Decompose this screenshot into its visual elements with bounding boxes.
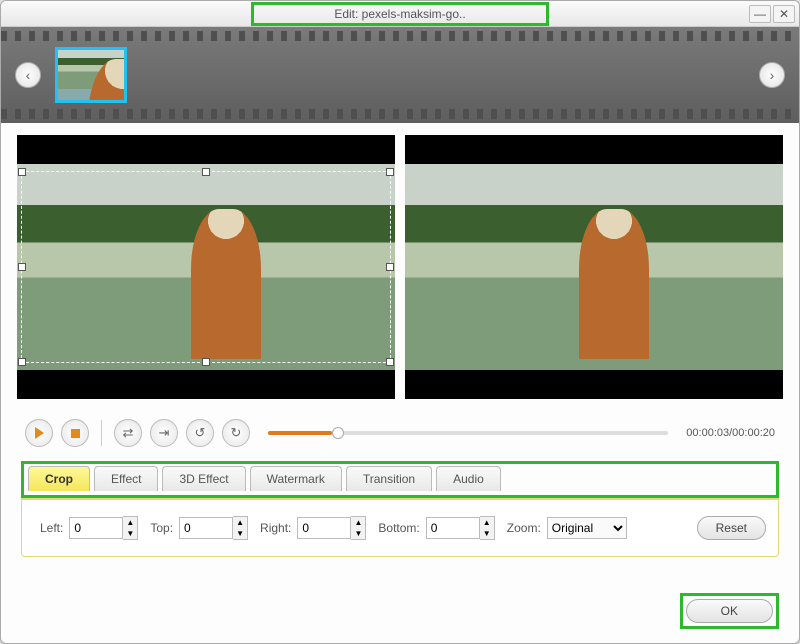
tab-3d-effect[interactable]: 3D Effect <box>162 466 245 491</box>
crop-handle[interactable] <box>386 358 394 366</box>
bottom-spinner[interactable]: ▲▼ <box>426 516 495 540</box>
window-title: Edit: pexels-maksim-go.. <box>251 2 548 26</box>
tab-transition[interactable]: Transition <box>346 466 432 491</box>
spinner-up-icon[interactable]: ▲ <box>351 517 365 528</box>
spinner-down-icon[interactable]: ▼ <box>480 528 494 539</box>
reset-button[interactable]: Reset <box>697 516 766 540</box>
spinner-up-icon[interactable]: ▲ <box>123 517 137 528</box>
crop-handle[interactable] <box>386 168 394 176</box>
tab-crop[interactable]: Crop <box>28 466 90 491</box>
spinner-down-icon[interactable]: ▼ <box>123 528 137 539</box>
seek-progress <box>268 431 332 435</box>
seek-knob[interactable] <box>332 427 344 439</box>
clip-thumbnail[interactable] <box>55 47 127 103</box>
filmstrip: ‹ › <box>1 27 799 123</box>
close-button[interactable]: ✕ <box>773 5 795 23</box>
stop-icon <box>71 429 80 438</box>
titlebar: Edit: pexels-maksim-go.. — ✕ <box>1 1 799 27</box>
undo-button[interactable]: ↺ <box>186 419 214 447</box>
ok-highlight: OK <box>680 593 779 629</box>
video-scene <box>405 164 783 370</box>
seek-bar[interactable] <box>268 431 668 435</box>
snapshot-button[interactable]: ⇥ <box>150 419 178 447</box>
tab-effect[interactable]: Effect <box>94 466 158 491</box>
spinner-up-icon[interactable]: ▲ <box>233 517 247 528</box>
filmstrip-next-button[interactable]: › <box>759 62 785 88</box>
crop-handle[interactable] <box>18 358 26 366</box>
output-preview <box>405 135 783 399</box>
edit-window: Edit: pexels-maksim-go.. — ✕ ‹ › <box>0 0 800 644</box>
crop-rectangle[interactable] <box>21 171 391 363</box>
crop-handle[interactable] <box>18 263 26 271</box>
filmstrip-perforation <box>1 109 799 119</box>
titlebar-controls: — ✕ <box>749 5 795 23</box>
stop-button[interactable] <box>61 419 89 447</box>
tab-watermark[interactable]: Watermark <box>250 466 342 491</box>
top-label: Top: <box>150 521 173 535</box>
spinner-down-icon[interactable]: ▼ <box>233 528 247 539</box>
filmstrip-prev-button[interactable]: ‹ <box>15 62 41 88</box>
crop-handle[interactable] <box>386 263 394 271</box>
playback-controls: ⇄ ⇥ ↺ ↻ 00:00:03/00:00:20 <box>1 411 799 455</box>
crop-panel: Left: ▲▼ Top: ▲▼ Right: ▲▼ Bottom: ▲▼ Zo… <box>21 498 779 557</box>
preview-area <box>1 123 799 411</box>
edit-tabs: Crop Effect 3D Effect Watermark Transiti… <box>28 466 772 491</box>
crop-handle[interactable] <box>202 358 210 366</box>
left-spinner[interactable]: ▲▼ <box>69 516 138 540</box>
bottom-label: Bottom: <box>378 521 419 535</box>
footer: OK <box>1 583 799 643</box>
swap-button[interactable]: ⇄ <box>114 419 142 447</box>
crop-handle[interactable] <box>18 168 26 176</box>
play-icon <box>35 427 44 439</box>
divider <box>101 420 102 446</box>
right-spinner[interactable]: ▲▼ <box>297 516 366 540</box>
spinner-down-icon[interactable]: ▼ <box>351 528 365 539</box>
right-label: Right: <box>260 521 291 535</box>
time-display: 00:00:03/00:00:20 <box>686 427 775 439</box>
top-spinner[interactable]: ▲▼ <box>179 516 248 540</box>
tab-audio[interactable]: Audio <box>436 466 501 491</box>
redo-button[interactable]: ↻ <box>222 419 250 447</box>
top-input[interactable] <box>179 517 233 539</box>
right-input[interactable] <box>297 517 351 539</box>
crop-handle[interactable] <box>202 168 210 176</box>
zoom-select[interactable]: Original <box>547 517 627 539</box>
ok-button[interactable]: OK <box>686 599 773 623</box>
spinner-up-icon[interactable]: ▲ <box>480 517 494 528</box>
source-preview[interactable] <box>17 135 395 399</box>
minimize-button[interactable]: — <box>749 5 771 23</box>
filmstrip-perforation <box>1 31 799 41</box>
bottom-input[interactable] <box>426 517 480 539</box>
tabs-highlight: Crop Effect 3D Effect Watermark Transiti… <box>21 461 779 498</box>
left-input[interactable] <box>69 517 123 539</box>
play-button[interactable] <box>25 419 53 447</box>
left-label: Left: <box>40 521 63 535</box>
zoom-label: Zoom: <box>507 521 541 535</box>
